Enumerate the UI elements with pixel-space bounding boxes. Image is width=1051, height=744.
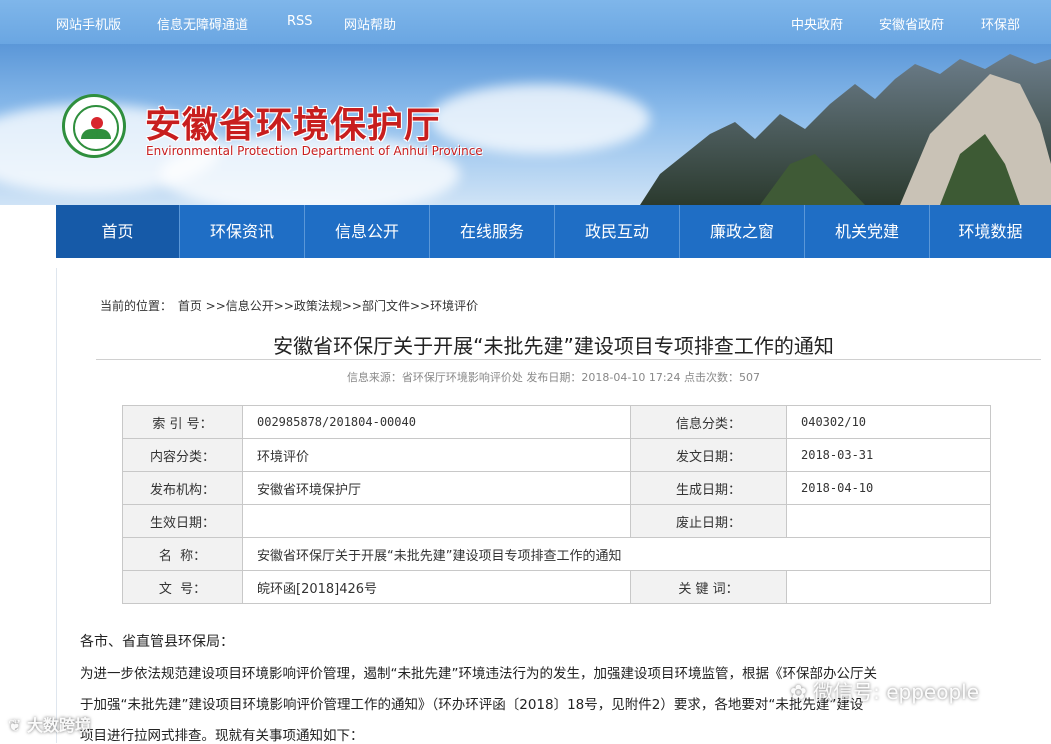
table-row: 生效日期： 废止日期： bbox=[122, 504, 991, 538]
issue-date-value: 2018-03-31 bbox=[786, 438, 991, 472]
article-meta: 信息来源：省环保厅环境影响评价处 发布日期：2018-04-10 17:24 点… bbox=[346, 371, 761, 384]
salutation: 各市、省直管县环保局： bbox=[80, 634, 234, 650]
nav-env-data[interactable]: 环境数据 bbox=[930, 205, 1051, 258]
site-subtitle: Environmental Protection Department of A… bbox=[146, 144, 483, 158]
table-row: 内容分类： 环境评价 发文日期： 2018-03-31 bbox=[122, 438, 991, 472]
table-row: 发布机构： 安徽省环境保护厅 生成日期： 2018-04-10 bbox=[122, 471, 991, 505]
info-table: 索 引 号： 002985878/201804-00040 信息分类： 0403… bbox=[122, 405, 991, 604]
wechat-icon: ✿ bbox=[790, 680, 814, 704]
category-value: 040302/10 bbox=[786, 405, 991, 439]
article-title: 安徽省环保厅关于开展“未批先建”建设项目专项排查工作的通知 bbox=[273, 334, 834, 358]
body-line-3: 项目进行拉网式排查。现就有关事项通知如下： bbox=[80, 728, 364, 744]
name-value: 安徽省环保厅关于开展“未批先建”建设项目专项排查工作的通知 bbox=[242, 537, 991, 571]
index-value: 002985878/201804-00040 bbox=[242, 405, 631, 439]
table-row: 文 号： 皖环函[2018]426号 关 键 词： bbox=[122, 570, 991, 604]
breadcrumb-path[interactable]: 首页 >>信息公开>>政策法规>>部门文件>>环境评价 bbox=[178, 299, 478, 313]
site-title: 安徽省环境保护厅 bbox=[145, 104, 442, 146]
nav-integrity[interactable]: 廉政之窗 bbox=[680, 205, 805, 258]
central-gov-link[interactable]: 中央政府 bbox=[791, 14, 843, 33]
nav-info-disclosure[interactable]: 信息公开 bbox=[305, 205, 430, 258]
left-watermark: ❦ 大数跨境 bbox=[8, 716, 91, 735]
zhb-logo[interactable]: ZHB bbox=[62, 94, 126, 158]
mobile-site-link[interactable]: 网站手机版 bbox=[56, 14, 121, 33]
publisher-value: 安徽省环境保护厅 bbox=[242, 471, 631, 505]
created-date-value: 2018-04-10 bbox=[786, 471, 991, 505]
breadcrumb-prefix: 当前的位置： bbox=[100, 299, 173, 313]
created-date-label: 生成日期： bbox=[630, 471, 787, 505]
effective-date-label: 生效日期： bbox=[122, 504, 243, 538]
content-type-value: 环境评价 bbox=[242, 438, 631, 472]
nav-home[interactable]: 首页 bbox=[56, 205, 180, 258]
nav-news[interactable]: 环保资讯 bbox=[180, 205, 305, 258]
publisher-label: 发布机构： bbox=[122, 471, 243, 505]
header-banner: ZHB 安徽省环境保护厅 Environmental Protection De… bbox=[0, 44, 1051, 205]
keywords-label: 关 键 词： bbox=[630, 570, 787, 604]
nav-interaction[interactable]: 政民互动 bbox=[555, 205, 680, 258]
name-label: 名 称： bbox=[122, 537, 243, 571]
body-line-2: 于加强“未批先建”建设项目环境影响评价管理工作的通知》（环办环评函〔2018〕1… bbox=[80, 697, 864, 713]
watermark-logo-icon: ❦ bbox=[8, 716, 27, 735]
anhui-gov-link[interactable]: 安徽省政府 bbox=[879, 14, 944, 33]
expiry-date-label: 废止日期： bbox=[630, 504, 787, 538]
logo-text: ZHB bbox=[84, 130, 104, 139]
accessibility-link[interactable]: 信息无障碍通道 bbox=[157, 14, 248, 33]
right-watermark: ✿ 微信号: eppeople bbox=[790, 680, 980, 704]
category-label: 信息分类： bbox=[630, 405, 787, 439]
top-bar: 网站手机版 信息无障碍通道 RSS 网站帮助 中央政府 安徽省政府 环保部 bbox=[0, 0, 1051, 44]
expiry-date-value bbox=[786, 504, 991, 538]
nav-online-service[interactable]: 在线服务 bbox=[430, 205, 555, 258]
doc-number-label: 文 号： bbox=[122, 570, 243, 604]
mountain-image bbox=[640, 54, 1051, 205]
mep-link[interactable]: 环保部 bbox=[981, 14, 1020, 33]
title-divider bbox=[96, 359, 1041, 360]
content-type-label: 内容分类： bbox=[122, 438, 243, 472]
rss-link[interactable]: RSS bbox=[287, 14, 313, 29]
issue-date-label: 发文日期： bbox=[630, 438, 787, 472]
main-nav: 首页 环保资讯 信息公开 在线服务 政民互动 廉政之窗 机关党建 环境数据 bbox=[56, 205, 1051, 258]
table-row: 索 引 号： 002985878/201804-00040 信息分类： 0403… bbox=[122, 405, 991, 439]
breadcrumb: 当前的位置： 首页 >>信息公开>>政策法规>>部门文件>>环境评价 bbox=[100, 297, 480, 314]
nav-party[interactable]: 机关党建 bbox=[805, 205, 930, 258]
body-line-1: 为进一步依法规范建设项目环境影响评价管理，遏制“未批先建”环境违法行为的发生，加… bbox=[80, 666, 877, 682]
table-row: 名 称： 安徽省环保厅关于开展“未批先建”建设项目专项排查工作的通知 bbox=[122, 537, 991, 571]
doc-number-value: 皖环函[2018]426号 bbox=[242, 570, 631, 604]
effective-date-value bbox=[242, 504, 631, 538]
keywords-value bbox=[786, 570, 991, 604]
index-label: 索 引 号： bbox=[122, 405, 243, 439]
site-help-link[interactable]: 网站帮助 bbox=[344, 14, 396, 33]
